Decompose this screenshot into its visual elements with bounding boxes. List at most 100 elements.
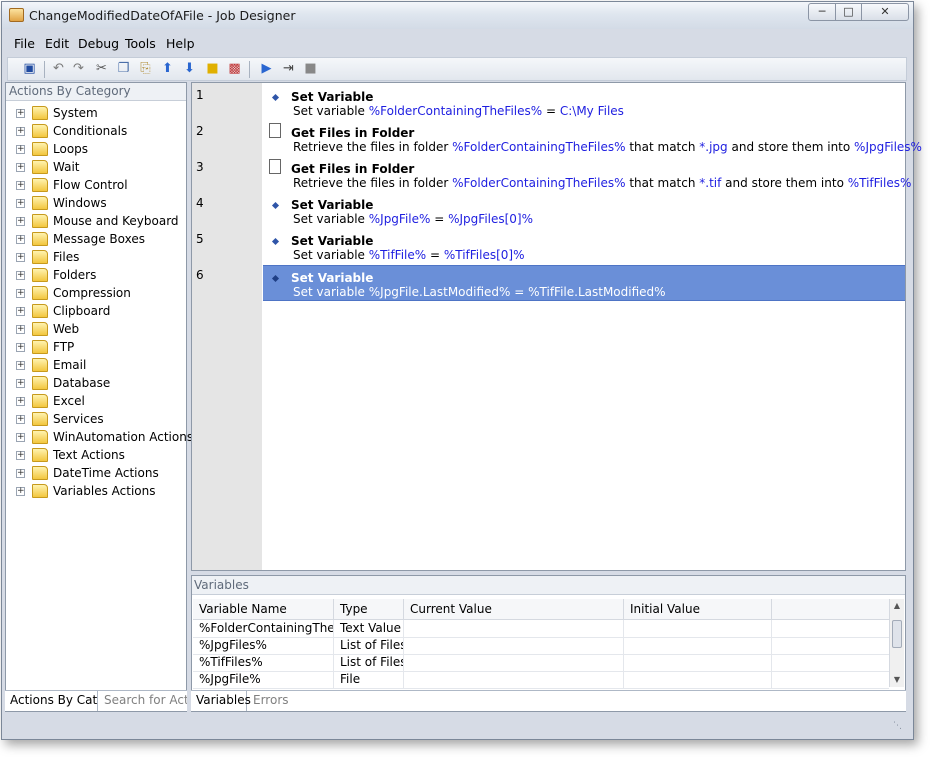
expand-icon[interactable]: +	[16, 325, 25, 334]
expand-icon[interactable]: +	[16, 271, 25, 280]
action-step[interactable]: Set Variable Set variable %JpgFile% = %Jp…	[263, 193, 905, 229]
tree-item-datetime-actions[interactable]: + DateTime Actions	[6, 465, 186, 483]
expand-icon[interactable]: +	[16, 469, 25, 478]
tree-item-label: Flow Control	[53, 178, 128, 192]
tree-item-system[interactable]: + System	[6, 105, 186, 123]
variable-name-cell: %JpgFiles%	[193, 637, 334, 654]
description-text: Retrieve the files in folder	[293, 140, 453, 154]
move-up-icon[interactable]: ⬆	[159, 61, 176, 77]
action-step[interactable]: Set Variable Set variable %TifFile% = %Ti…	[263, 229, 905, 265]
menu-tools[interactable]: Tools	[125, 36, 156, 51]
scroll-down-icon[interactable]: ▼	[892, 675, 902, 685]
expand-icon[interactable]: +	[16, 415, 25, 424]
description-text: and store them into	[721, 176, 848, 190]
tree-item-windows[interactable]: + Windows	[6, 195, 186, 213]
close-button[interactable]: ✕	[861, 3, 909, 21]
menu-edit[interactable]: Edit	[45, 36, 69, 51]
move-down-icon[interactable]: ⬇	[181, 61, 198, 77]
expand-icon[interactable]: +	[16, 253, 25, 262]
maximize-button[interactable]: □	[835, 3, 862, 21]
tree-item-folders[interactable]: + Folders	[6, 267, 186, 285]
cut-icon[interactable]: ✂	[93, 61, 110, 77]
expand-icon[interactable]: +	[16, 127, 25, 136]
variable-token: %JpgFile.LastModified%	[368, 285, 511, 299]
title-bar[interactable]: ChangeModifiedDateOfAFile - Job Designer…	[2, 2, 913, 29]
folder-icon	[32, 358, 48, 372]
expand-icon[interactable]: +	[16, 145, 25, 154]
action-step[interactable]: Set Variable Set variable %FolderContaini…	[263, 85, 905, 121]
copy-icon[interactable]: ❐	[115, 61, 132, 77]
folder-icon	[32, 394, 48, 408]
scrollbar-thumb[interactable]	[892, 620, 902, 648]
tree-item-loops[interactable]: + Loops	[6, 141, 186, 159]
expand-icon[interactable]: +	[16, 397, 25, 406]
undo-icon[interactable]: ↶	[50, 61, 67, 77]
tree-item-label: Windows	[53, 196, 107, 210]
tree-item-wait[interactable]: + Wait	[6, 159, 186, 177]
column-type[interactable]: Type	[334, 599, 404, 619]
tree-item-database[interactable]: + Database	[6, 375, 186, 393]
tree-item-flow-control[interactable]: + Flow Control	[6, 177, 186, 195]
redo-icon[interactable]: ↷	[70, 61, 87, 77]
tree-item-winautomation-actions[interactable]: + WinAutomation Actions	[6, 429, 193, 447]
expand-icon[interactable]: +	[16, 487, 25, 496]
action-step[interactable]: Set Variable Set variable %JpgFile.LastMo…	[263, 265, 905, 301]
breakpoint-icon[interactable]: ▩	[226, 61, 243, 77]
menu-file[interactable]: File	[14, 36, 35, 51]
variable-token: %TifFile%	[368, 248, 427, 262]
tree-item-services[interactable]: + Services	[6, 411, 186, 429]
expand-icon[interactable]: +	[16, 379, 25, 388]
expand-icon[interactable]: +	[16, 289, 25, 298]
expand-icon[interactable]: +	[16, 451, 25, 460]
column-initial-value[interactable]: Initial Value	[624, 599, 772, 619]
menu-help[interactable]: Help	[166, 36, 195, 51]
table-row[interactable]: %JpgFile% File	[193, 671, 889, 689]
expand-icon[interactable]: +	[16, 433, 25, 442]
table-row[interactable]: %TifFiles% List of Files	[193, 654, 889, 672]
column-variable-name[interactable]: Variable Name	[193, 599, 334, 619]
action-step[interactable]: Get Files in Folder Retrieve the files in…	[263, 157, 911, 193]
tab-search-for-actions[interactable]: Search for Acti...	[99, 691, 187, 711]
tree-item-ftp[interactable]: + FTP	[6, 339, 186, 357]
tree-item-variables-actions[interactable]: + Variables Actions	[6, 483, 186, 501]
tree-item-message-boxes[interactable]: + Message Boxes	[6, 231, 186, 249]
save-icon[interactable]: ▣	[21, 61, 38, 77]
action-step[interactable]: Get Files in Folder Retrieve the files in…	[263, 121, 922, 157]
expand-icon[interactable]: +	[16, 361, 25, 370]
expand-icon[interactable]: +	[16, 235, 25, 244]
column-current-value[interactable]: Current Value	[404, 599, 624, 619]
minimize-button[interactable]: ─	[808, 3, 836, 21]
variable-token: %FolderContainingTheFiles%	[452, 176, 626, 190]
tree-item-label: Excel	[53, 394, 85, 408]
tree-item-mouse-and-keyboard[interactable]: + Mouse and Keyboard	[6, 213, 186, 231]
resize-grip-icon[interactable]: ⋱	[893, 721, 903, 731]
tree-item-text-actions[interactable]: + Text Actions	[6, 447, 186, 465]
expand-icon[interactable]: +	[16, 343, 25, 352]
step-icon[interactable]: ⇥	[280, 61, 297, 77]
expand-icon[interactable]: +	[16, 307, 25, 316]
expand-icon[interactable]: +	[16, 199, 25, 208]
scroll-up-icon[interactable]: ▲	[892, 601, 902, 611]
tab-variables[interactable]: Variables	[191, 691, 251, 711]
expand-icon[interactable]: +	[16, 163, 25, 172]
expand-icon[interactable]: +	[16, 217, 25, 226]
table-row[interactable]: %FolderContainingTheFile...Text Value	[193, 620, 889, 638]
tab-errors[interactable]: Errors	[248, 691, 298, 711]
tree-item-clipboard[interactable]: + Clipboard	[6, 303, 186, 321]
tree-item-email[interactable]: + Email	[6, 357, 186, 375]
run-icon[interactable]: ▶	[258, 61, 275, 77]
note-icon[interactable]: ■	[204, 61, 221, 77]
menu-debug[interactable]: Debug	[78, 36, 119, 51]
table-row[interactable]: %JpgFiles% List of Files	[193, 637, 889, 655]
variables-scrollbar[interactable]: ▲ ▼	[889, 599, 904, 687]
tree-item-files[interactable]: + Files	[6, 249, 186, 267]
tab-actions-by-category[interactable]: Actions By Cat...	[5, 691, 98, 711]
paste-icon[interactable]: ⎘	[137, 61, 154, 77]
tree-item-web[interactable]: + Web	[6, 321, 186, 339]
expand-icon[interactable]: +	[16, 109, 25, 118]
tree-item-compression[interactable]: + Compression	[6, 285, 186, 303]
tree-item-conditionals[interactable]: + Conditionals	[6, 123, 186, 141]
stop-icon[interactable]: ■	[302, 61, 319, 77]
tree-item-excel[interactable]: + Excel	[6, 393, 186, 411]
expand-icon[interactable]: +	[16, 181, 25, 190]
